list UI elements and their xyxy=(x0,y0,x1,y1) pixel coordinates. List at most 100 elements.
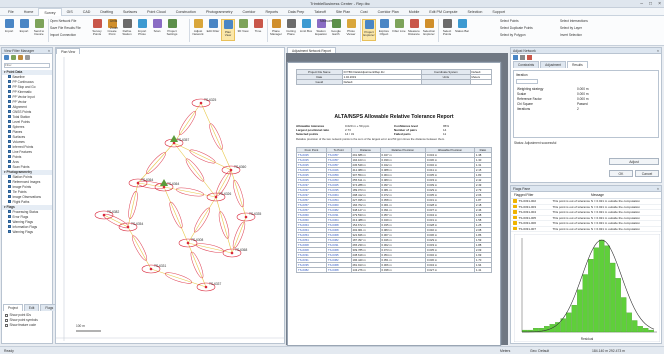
ribbon-send-to-device-button[interactable]: Send to Device xyxy=(32,19,46,37)
status-mode[interactable]: Geo: Default xyxy=(530,349,549,353)
checkbox[interactable] xyxy=(8,180,11,184)
ribbon-scan-button[interactable]: Scan xyxy=(150,19,164,33)
survey-point[interactable] xyxy=(199,101,203,105)
ribbon-small-measure[interactable]: Measure xyxy=(320,19,332,23)
ribbon-small-zoom[interactable]: Zoom xyxy=(110,26,118,30)
observation-line[interactable] xyxy=(127,226,152,270)
checkbox[interactable] xyxy=(8,165,11,169)
ribbon-project-settings-button[interactable]: Project Settings xyxy=(165,19,179,37)
ribbon-survey-points-button[interactable]: Survey Points xyxy=(90,19,104,37)
ribbon-cutting-plane-button[interactable]: Cutting Plane xyxy=(284,19,298,37)
ribbon-small-units[interactable]: Units xyxy=(110,19,117,23)
survey-point[interactable] xyxy=(172,141,176,145)
checkbox[interactable] xyxy=(8,145,11,149)
settings-icon[interactable] xyxy=(520,55,525,60)
message-column[interactable]: Message xyxy=(551,193,604,197)
checkbox[interactable] xyxy=(8,125,11,129)
ribbon-filter-line-button[interactable]: Filter Line xyxy=(392,19,406,33)
checkbox[interactable] xyxy=(8,105,11,109)
checkbox[interactable] xyxy=(8,150,11,154)
point-link[interactable]: TS-6382 xyxy=(296,266,327,273)
adjust-tab-results[interactable]: Results xyxy=(567,61,588,68)
ribbon-limit-box-button[interactable]: Limit Box xyxy=(299,19,313,33)
settings-icon[interactable] xyxy=(25,55,30,60)
ribbon-small-select-intersections[interactable]: Select Intersections xyxy=(560,19,588,23)
close-icon[interactable]: × xyxy=(48,48,50,54)
checkbox[interactable] xyxy=(8,130,11,134)
ok-button[interactable]: OK xyxy=(609,170,633,177)
plan-view-panel[interactable]: Plan View TS-6325 TS-6357 TS-6360 TS-6326 TS… xyxy=(55,47,285,344)
flag-filter-label[interactable]: Flagged Filter xyxy=(511,193,551,197)
checkbox[interactable] xyxy=(5,313,8,317)
layer-icon[interactable] xyxy=(11,55,16,60)
checkbox[interactable] xyxy=(8,85,11,89)
cancel-button[interactable]: Cancel xyxy=(635,170,659,177)
ribbon-selection-explorer-button[interactable]: Selection Explorer xyxy=(422,19,436,37)
observation-line[interactable] xyxy=(137,142,175,184)
checkbox[interactable] xyxy=(8,95,11,99)
ribbon-small-select-duplicate-points[interactable]: Select Duplicate Points xyxy=(500,26,533,30)
checkbox[interactable] xyxy=(8,175,11,179)
checkbox[interactable] xyxy=(8,75,11,79)
ribbon-small-open-network-file[interactable]: Open Network File xyxy=(50,19,76,23)
minimize-icon[interactable]: – xyxy=(640,1,643,7)
menu-file[interactable]: File xyxy=(3,8,19,16)
menu-survey[interactable]: Survey xyxy=(38,7,62,16)
checkbox[interactable] xyxy=(8,90,11,94)
checkbox[interactable] xyxy=(8,220,11,224)
checkbox[interactable] xyxy=(8,215,11,219)
explorer-filter-input[interactable] xyxy=(4,62,50,68)
checkbox[interactable] xyxy=(5,318,8,322)
observation-line[interactable] xyxy=(187,196,217,244)
checkbox[interactable] xyxy=(8,120,11,124)
tab-plan-view[interactable]: Plan View xyxy=(56,48,81,54)
maximize-icon[interactable]: □ xyxy=(649,1,652,7)
checkbox[interactable] xyxy=(8,110,11,114)
menu-cad[interactable]: CAD xyxy=(78,8,96,16)
menu-selection[interactable]: Selection xyxy=(463,8,488,16)
ribbon-3d-view-button[interactable]: 3D View xyxy=(236,19,250,33)
menu-data-prep[interactable]: Data Prep xyxy=(283,8,309,16)
survey-point[interactable] xyxy=(102,213,106,217)
survey-point[interactable] xyxy=(214,195,218,199)
observation-line[interactable] xyxy=(150,268,207,288)
ribbon-import-button[interactable]: Import xyxy=(2,19,16,33)
menu-surfaces[interactable]: Surfaces xyxy=(118,8,142,16)
ribbon-plane-manager-button[interactable]: Plane Manager xyxy=(269,19,283,37)
ribbon-explore-object-button[interactable]: Explore Object xyxy=(377,19,391,37)
survey-point[interactable] xyxy=(136,181,140,185)
option-row[interactable]: Show feature code xyxy=(4,323,38,328)
menu-edit-pm-compute[interactable]: Edit PM Compute xyxy=(424,8,462,16)
ribbon-status-bar-button[interactable]: Status Bar xyxy=(455,19,469,33)
filter-icon[interactable] xyxy=(4,55,9,60)
flag-row[interactable]: TS-6331-007 This point is out of toleranc… xyxy=(511,227,661,232)
observation-line[interactable] xyxy=(230,169,247,218)
close-icon[interactable]: × xyxy=(658,1,661,7)
ribbon-define-station-button[interactable]: Define Station xyxy=(120,19,134,37)
checkbox[interactable] xyxy=(8,200,11,204)
status-units[interactable]: Meters xyxy=(500,349,510,353)
menu-corridor-plan[interactable]: Corridor Plan xyxy=(373,8,404,16)
checkbox[interactable] xyxy=(8,230,11,234)
menu-support[interactable]: Support xyxy=(487,8,510,16)
menu-photogrammetry[interactable]: Photogrammetry xyxy=(201,8,238,16)
checkbox[interactable] xyxy=(8,100,11,104)
weight-icon[interactable] xyxy=(527,55,532,60)
checkbox[interactable] xyxy=(8,115,11,119)
observation-line[interactable] xyxy=(163,186,189,244)
observation-line[interactable] xyxy=(173,102,202,144)
iteration-field[interactable] xyxy=(516,79,538,84)
ribbon-small-select-by-polygon[interactable]: Select by Polygon xyxy=(500,33,526,37)
survey-point[interactable] xyxy=(244,215,248,219)
ribbon-adjust-network-button[interactable]: Adjust Network xyxy=(191,19,205,37)
checkbox[interactable] xyxy=(8,135,11,139)
ribbon-edit-filter-button[interactable]: Edit Filter xyxy=(206,19,220,33)
checkbox[interactable] xyxy=(8,155,11,159)
menu-corridor[interactable]: Corridor xyxy=(238,8,261,16)
ribbon-time-button[interactable]: Time xyxy=(251,19,265,33)
adjust-button[interactable]: Adjust xyxy=(609,158,659,165)
ribbon-plan-view-button[interactable]: Plan View xyxy=(221,19,235,41)
menu-site-plan[interactable]: Site Plan xyxy=(331,8,355,16)
tree-item[interactable]: Warning Flags xyxy=(2,230,52,235)
menu-mobile[interactable]: Mobile xyxy=(404,8,425,16)
